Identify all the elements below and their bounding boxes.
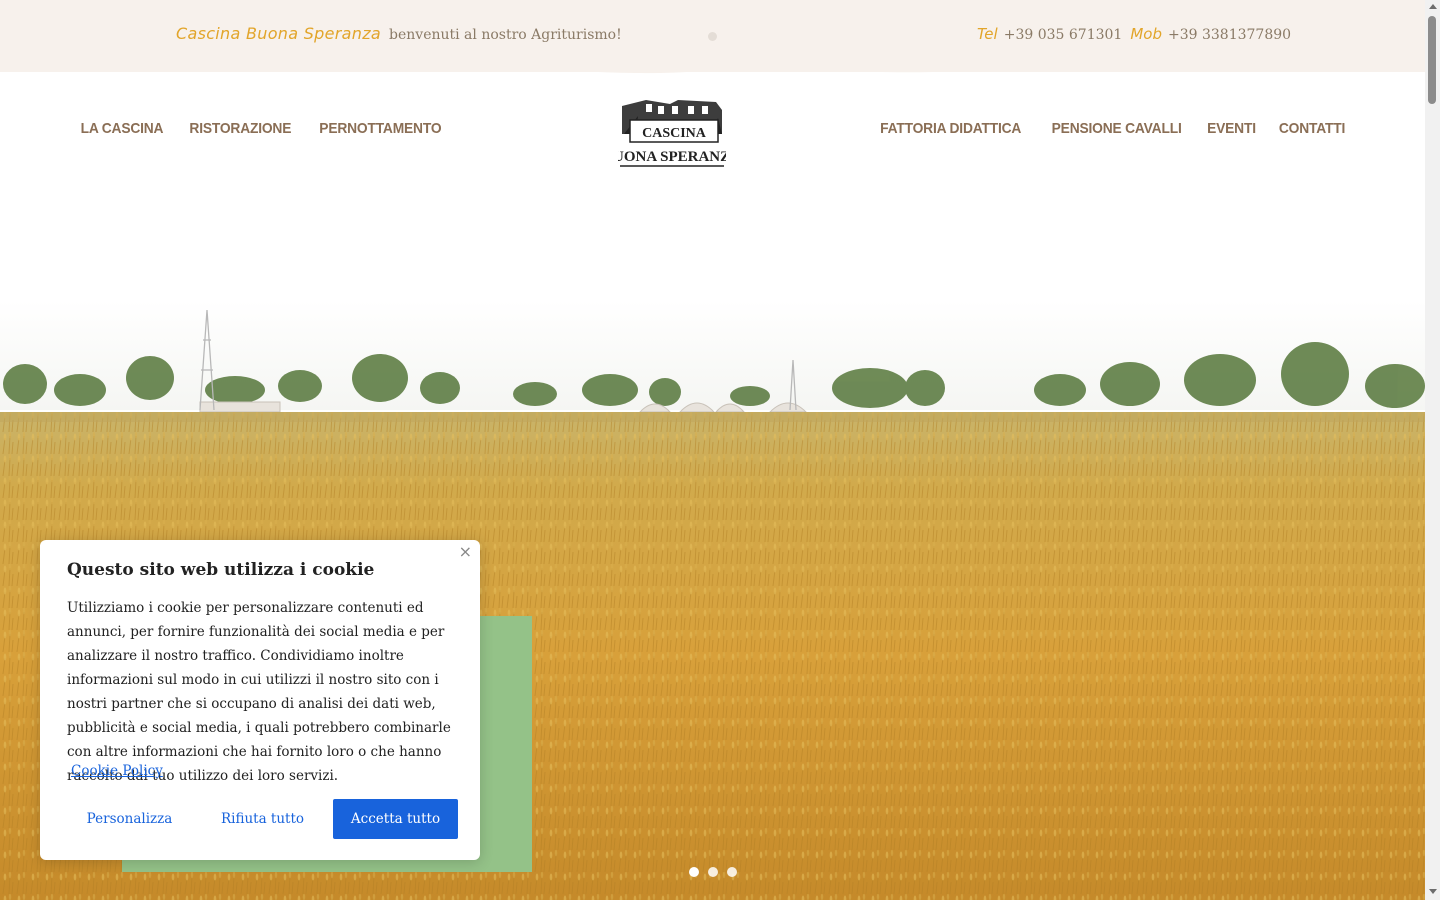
scroll-down-arrow-icon[interactable] — [1429, 889, 1437, 894]
cookie-body-text: Utilizziamo i cookie per personalizzare … — [67, 600, 451, 784]
logo-text-line2: BUONA SPERANZA — [618, 149, 726, 165]
cookie-policy-link[interactable]: Cookie Policy — [71, 763, 163, 779]
nav-pensione-cavalli[interactable]: PENSIONE CAVALLI — [1051, 120, 1181, 137]
reject-all-button[interactable]: Rifiuta tutto — [200, 799, 325, 839]
slider-dot-1[interactable] — [689, 867, 699, 877]
welcome-block: Cascina Buona Speranza benvenuti al nost… — [176, 24, 622, 43]
main-nav-right: FATTORIA DIDATTICA PENSIONE CAVALLI EVEN… — [874, 120, 1348, 137]
page-scrollbar[interactable] — [1425, 0, 1440, 900]
mob-label: Mob — [1130, 25, 1162, 43]
nav-eventi[interactable]: EVENTI — [1207, 120, 1256, 137]
nav-fattoria-didattica[interactable]: FATTORIA DIDATTICA — [881, 120, 1022, 137]
scrollbar-thumb[interactable] — [1428, 16, 1436, 104]
accept-all-button[interactable]: Accetta tutto — [333, 799, 458, 839]
slider-dots — [689, 867, 737, 877]
close-icon[interactable]: × — [459, 542, 472, 561]
mob-number[interactable]: +39 3381377890 — [1168, 27, 1291, 43]
welcome-text: benvenuti al nostro Agriturismo! — [389, 27, 622, 43]
nav-la-cascina[interactable]: LA CASCINA — [81, 120, 164, 137]
main-nav-left: LA CASCINA RISTORAZIONE PERNOTTAMENTO — [77, 120, 446, 137]
scroll-up-arrow-icon[interactable] — [1429, 4, 1437, 9]
customize-button[interactable]: Personalizza — [67, 799, 192, 839]
logo-text-line1: CASCINA — [642, 126, 707, 141]
contact-block: Tel +39 035 671301 Mob +39 3381377890 — [977, 25, 1293, 43]
nav-pernottamento[interactable]: PERNOTTAMENTO — [319, 120, 441, 137]
topbar-wave-edge — [0, 56, 1425, 74]
nav-contatti[interactable]: CONTATTI — [1279, 120, 1345, 137]
tel-number[interactable]: +39 035 671301 — [1004, 27, 1123, 43]
brand-script: Cascina Buona Speranza — [176, 24, 382, 43]
slider-dot-3[interactable] — [727, 867, 737, 877]
cookie-button-row: Personalizza Rifiuta tutto Accetta tutto — [67, 799, 458, 839]
site-logo[interactable]: CASCINA BUONA SPERANZA — [618, 98, 726, 170]
slider-dot-2[interactable] — [708, 867, 718, 877]
nav-ristorazione[interactable]: RISTORAZIONE — [189, 120, 291, 137]
cookie-consent-dialog: × Questo sito web utilizza i cookie Util… — [40, 540, 480, 860]
tel-label: Tel — [977, 25, 998, 43]
decorative-dot — [708, 32, 717, 41]
cookie-title: Questo sito web utilizza i cookie — [67, 560, 375, 580]
